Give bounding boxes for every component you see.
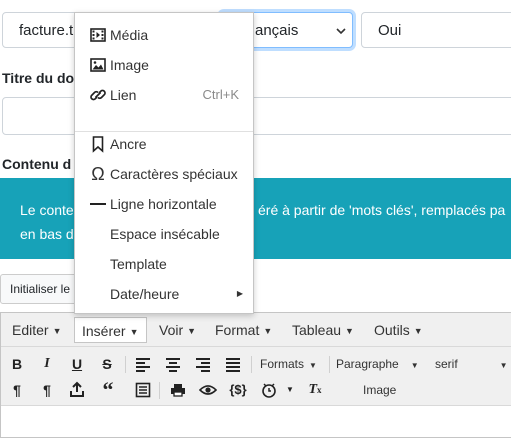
language-value: ançais xyxy=(255,22,299,39)
menu-item-datetime[interactable]: Date/heure ▶ xyxy=(75,279,253,309)
menu-item-label: Espace insécable xyxy=(110,226,220,242)
menu-inserer[interactable]: Insérer ▼ xyxy=(74,317,147,343)
initialize-button[interactable]: Initialiser le xyxy=(0,274,80,304)
info-line2-left: en bas d xyxy=(20,226,74,242)
paragraph-dropdown[interactable]: Paragraphe ▼ xyxy=(336,352,419,376)
toolbar-separator xyxy=(329,356,330,373)
menu-tableau[interactable]: Tableau ▼ xyxy=(285,317,361,343)
menu-item-image[interactable]: Image xyxy=(75,50,253,80)
insert-upload-icon[interactable] xyxy=(67,378,87,402)
chevron-down-icon xyxy=(336,13,346,47)
oui-select[interactable]: Oui xyxy=(361,12,511,48)
image-button[interactable]: Image xyxy=(363,378,396,402)
menu-item-label: Ligne horizontale xyxy=(110,196,217,212)
rtl-paragraph-icon[interactable]: ¶ xyxy=(37,378,57,402)
underline-icon[interactable]: U xyxy=(67,352,87,376)
font-family-dropdown[interactable]: serif ▼ xyxy=(435,352,508,376)
menu-item-link[interactable]: Lien Ctrl+K xyxy=(75,80,253,110)
menu-voir[interactable]: Voir ▼ xyxy=(152,317,203,343)
menu-format[interactable]: Format ▼ xyxy=(208,317,279,343)
menu-editer[interactable]: Editer ▼ xyxy=(5,317,69,343)
rich-text-editor: Editer ▼ Insérer ▼ Voir ▼ Format ▼ Tableau ▼ … xyxy=(0,312,511,438)
hr-icon xyxy=(89,189,107,219)
menu-item-template[interactable]: Template xyxy=(75,249,253,279)
toolbar-separator xyxy=(251,356,252,373)
content-label: Contenu d xyxy=(2,156,72,172)
chevron-right-icon: ▶ xyxy=(236,289,243,298)
menu-item-shortcut: Ctrl+K xyxy=(202,87,239,102)
insert-menu-dropdown: Média Image Lien Ctrl+K Ancre Ω Caractèr… xyxy=(74,12,254,314)
formats-dropdown[interactable]: Formats ▼ xyxy=(260,352,317,376)
menu-item-media[interactable]: Média xyxy=(75,20,253,50)
menu-item-label: Caractères spéciaux xyxy=(110,166,238,182)
bold-icon[interactable]: B xyxy=(7,352,27,376)
title-label: Titre du do xyxy=(2,70,75,86)
align-justify-icon[interactable] xyxy=(223,352,243,376)
clock-icon[interactable] xyxy=(259,378,279,402)
bookmark-icon xyxy=(89,129,107,159)
chevron-down-icon[interactable]: ▼ xyxy=(283,378,297,402)
print-icon[interactable] xyxy=(167,378,189,402)
omega-icon: Ω xyxy=(91,164,105,184)
info-line1-right: éré à partir de 'mots clés', remplacés p… xyxy=(258,202,506,218)
align-center-icon[interactable] xyxy=(163,352,183,376)
menu-item-label: Média xyxy=(110,27,149,43)
template-box-icon[interactable] xyxy=(133,378,153,402)
info-line1-left: Le conte xyxy=(20,202,74,218)
code-braces-icon[interactable]: {$} xyxy=(227,378,249,402)
image-icon xyxy=(89,50,107,80)
editor-toolbar: B I U S Formats ▼ Paragraphe ▼ serif ▼ ¶ ¶ … xyxy=(1,347,511,406)
align-left-icon[interactable] xyxy=(133,352,153,376)
italic-icon[interactable]: I xyxy=(37,352,57,376)
ltr-paragraph-icon[interactable]: ¶ xyxy=(7,378,27,402)
toolbar-separator xyxy=(125,356,126,373)
clear-format-icon[interactable]: Tx xyxy=(305,378,325,402)
align-right-icon[interactable] xyxy=(193,352,213,376)
preview-eye-icon[interactable] xyxy=(197,378,219,402)
menu-item-label: Date/heure xyxy=(110,286,180,302)
menu-item-label: Image xyxy=(110,57,149,73)
menu-item-label: Template xyxy=(110,256,167,272)
link-icon xyxy=(89,80,107,110)
menu-outils[interactable]: Outils ▼ xyxy=(367,317,430,343)
toolbar-separator xyxy=(159,382,160,399)
menu-item-special-chars[interactable]: Ω Caractères spéciaux xyxy=(75,159,253,189)
media-icon xyxy=(89,20,107,50)
menu-item-horizontal-line[interactable]: Ligne horizontale xyxy=(75,189,253,219)
editor-menubar: Editer ▼ Insérer ▼ Voir ▼ Format ▼ Tableau ▼ … xyxy=(1,313,511,347)
strikethrough-icon[interactable]: S xyxy=(97,352,117,376)
blockquote-icon[interactable]: “ xyxy=(97,378,119,402)
menu-item-anchor[interactable]: Ancre xyxy=(75,129,253,159)
menu-item-nbsp[interactable]: Espace insécable xyxy=(75,219,253,249)
menu-item-label: Lien xyxy=(110,87,137,103)
menu-item-label: Ancre xyxy=(110,136,147,152)
